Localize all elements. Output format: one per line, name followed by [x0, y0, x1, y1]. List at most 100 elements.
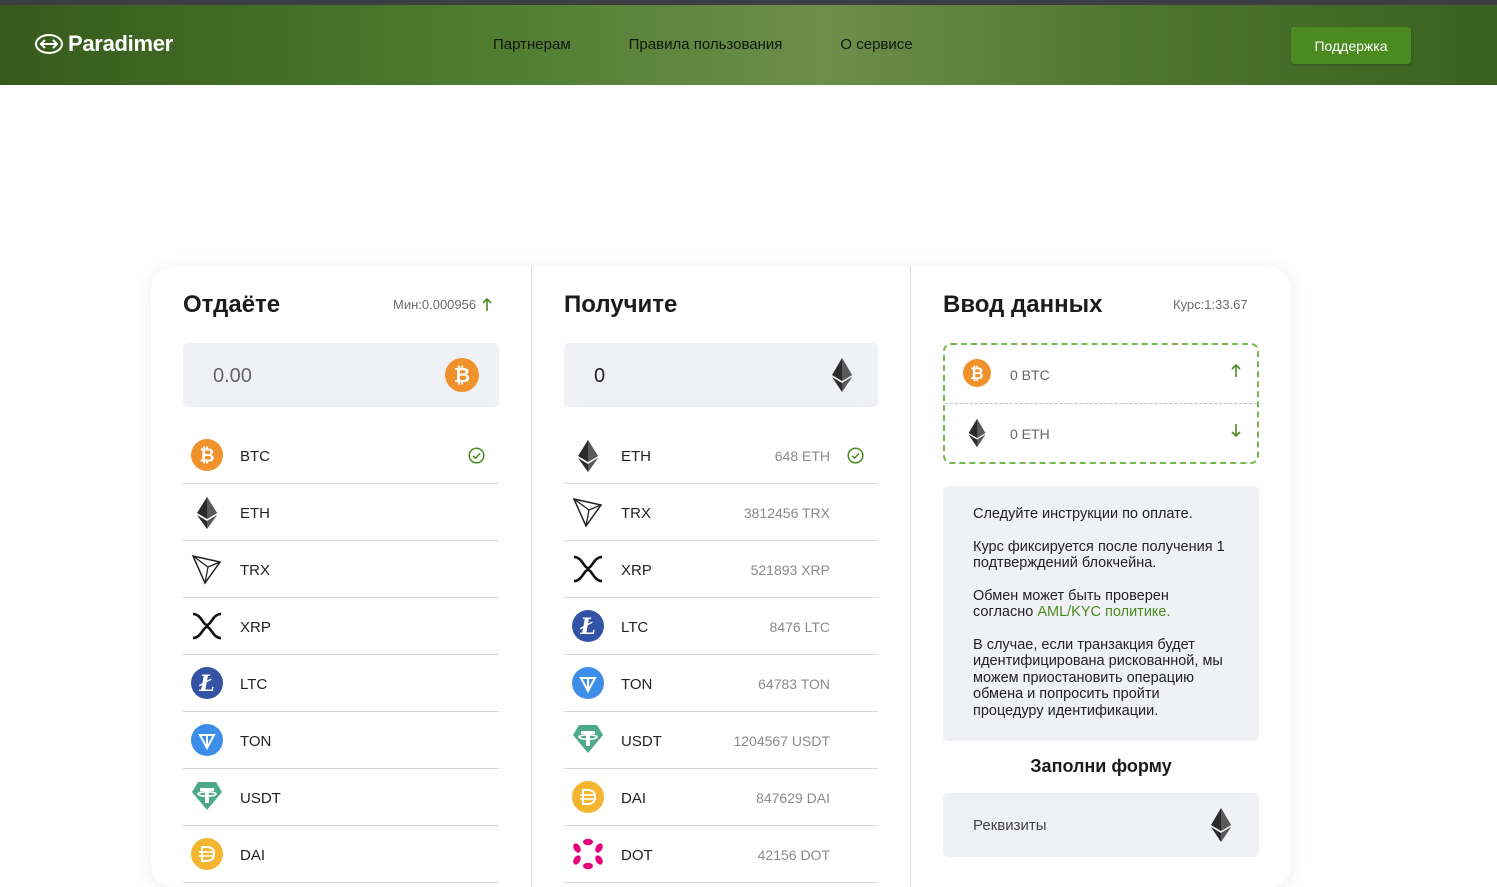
receive-list-item-eth[interactable]: ETH 648 ETH: [564, 427, 878, 484]
coin-ticker: BTC: [240, 448, 270, 465]
dai-icon: [191, 838, 223, 870]
coin-ticker: ETH: [240, 505, 270, 522]
btc-icon: ₿: [191, 439, 223, 471]
receive-amount-field[interactable]: 0: [564, 343, 878, 407]
give-list-item-trx[interactable]: TRX: [183, 541, 499, 598]
coin-reserve: 1204567 USDT: [733, 733, 830, 749]
ton-icon: [191, 724, 223, 756]
receive-list-item-ton[interactable]: TON 64783 TON: [564, 655, 878, 712]
give-list-item-xrp[interactable]: XRP: [183, 598, 499, 655]
nav-link-about[interactable]: О сервисе: [840, 36, 912, 53]
coin-ticker: TON: [240, 733, 272, 750]
coin-ticker: USDT: [240, 790, 281, 807]
coin-ticker: TRX: [240, 562, 270, 579]
give-amount-value[interactable]: 0.00: [213, 365, 252, 388]
trx-icon: [572, 496, 604, 528]
coin-ticker: LTC: [621, 619, 649, 636]
nav-link-partners[interactable]: Партнерам: [493, 36, 571, 53]
site-header: Paradimer Партнерам Правила пользования …: [0, 5, 1497, 85]
give-min-label: Мин:0.000956: [393, 297, 477, 312]
eth-icon: [967, 418, 987, 448]
coin-ticker: LTC: [240, 676, 268, 693]
coin-reserve: 521893 XRP: [750, 562, 830, 578]
svg-text:Ł: Ł: [198, 671, 215, 697]
arrow-down-icon: [1231, 423, 1241, 437]
svg-text:Ł: Ł: [579, 614, 596, 640]
receive-list-item-dot[interactable]: DOT 42156 DOT: [564, 826, 878, 883]
coin-ticker: ETH: [621, 448, 651, 465]
coin-reserve: 847629 DAI: [756, 790, 830, 806]
instruction-text: Обмен может быть проверен согласно AML/K…: [973, 588, 1213, 621]
logo-text: Paradimer: [68, 31, 173, 56]
support-button[interactable]: Поддержка: [1291, 27, 1411, 64]
xrp-icon: [572, 553, 604, 585]
receive-list-item-dai[interactable]: DAI 847629 DAI: [564, 769, 878, 826]
coin-ticker: TON: [621, 676, 653, 693]
receive-list-item-usdt[interactable]: USDT 1204567 USDT: [564, 712, 878, 769]
column-divider: [910, 267, 911, 887]
eth-icon: [830, 357, 854, 393]
aml-kyc-link[interactable]: AML/KYC политике.: [1037, 604, 1170, 620]
give-list-item-usdt[interactable]: USDT: [183, 769, 499, 826]
summary-give-line: ₿ 0 BTC: [945, 345, 1257, 403]
arrow-up-icon: [482, 297, 492, 311]
give-title: Отдаёте: [183, 291, 281, 318]
eth-icon: [1209, 807, 1233, 843]
btc-icon: ₿: [963, 359, 991, 387]
summary-receive-line: 0 ETH: [945, 404, 1257, 462]
receive-amount-value[interactable]: 0: [594, 365, 605, 388]
coin-ticker: DAI: [621, 790, 647, 807]
logo[interactable]: Paradimer: [34, 31, 173, 57]
instruction-text: Следуйте инструкции по оплате.: [973, 506, 1193, 522]
coin-ticker: XRP: [621, 562, 652, 579]
receive-coin-list: ETH 648 ETH TRX 3812456 TRX XRP 521893 X…: [564, 427, 878, 883]
receive-list-item-trx[interactable]: TRX 3812456 TRX: [564, 484, 878, 541]
trx-icon: [191, 553, 223, 585]
dot-icon: [572, 838, 604, 870]
main-nav: Партнерам Правила пользования О сервисе: [493, 36, 913, 53]
give-list-item-ltc[interactable]: Ł LTC: [183, 655, 499, 712]
svg-text:₿: ₿: [454, 363, 470, 387]
exchange-rate: Курс:1:33.67: [1173, 297, 1248, 312]
ltc-icon: Ł: [191, 667, 223, 699]
requisites-placeholder[interactable]: Реквизиты: [973, 817, 1047, 834]
logo-mark-icon: [35, 34, 63, 54]
give-list-item-btc[interactable]: ₿ BTC: [183, 427, 499, 484]
btc-icon: ₿: [445, 358, 479, 392]
svg-text:₿: ₿: [970, 364, 983, 383]
check-circle-icon: [468, 447, 485, 464]
column-divider: [531, 267, 532, 887]
coin-reserve: 64783 TON: [758, 676, 830, 692]
svg-text:₿: ₿: [199, 446, 214, 467]
coin-reserve: 8476 LTC: [769, 619, 830, 635]
payment-instructions: Следуйте инструкции по оплате. Курс фикс…: [943, 486, 1259, 741]
eth-icon: [572, 439, 604, 473]
summary-give-value: 0 BTC: [1010, 367, 1050, 383]
nav-link-terms[interactable]: Правила пользования: [629, 36, 783, 53]
receive-list-item-xrp[interactable]: XRP 521893 XRP: [564, 541, 878, 598]
eth-icon: [191, 496, 223, 530]
form-title: Заполни форму: [1030, 756, 1172, 776]
ton-icon: [572, 667, 604, 699]
coin-ticker: USDT: [621, 733, 662, 750]
dai-icon: [572, 781, 604, 813]
summary-receive-value: 0 ETH: [1010, 426, 1050, 442]
give-amount-field[interactable]: 0.00 ₿: [183, 343, 499, 407]
give-min-info: Мин:0.000956: [393, 297, 492, 312]
give-list-item-dai[interactable]: DAI: [183, 826, 499, 883]
coin-ticker: DAI: [240, 847, 266, 864]
coin-ticker: TRX: [621, 505, 651, 522]
coin-ticker: XRP: [240, 619, 271, 636]
receive-list-item-ltc[interactable]: Ł LTC 8476 LTC: [564, 598, 878, 655]
give-list-item-eth[interactable]: ETH: [183, 484, 499, 541]
receive-title: Получите: [564, 291, 678, 318]
requisites-field[interactable]: Реквизиты: [943, 793, 1259, 857]
arrow-up-icon: [1231, 364, 1241, 378]
give-list-item-ton[interactable]: TON: [183, 712, 499, 769]
usdt-icon: [572, 724, 604, 754]
exchange-card: Отдаёте Мин:0.000956 0.00 ₿ ₿ BTC ETH TR…: [151, 267, 1291, 887]
give-coin-list: ₿ BTC ETH TRX XRP Ł LTC TON USDT DAI: [183, 427, 499, 883]
ltc-icon: Ł: [572, 610, 604, 642]
usdt-icon: [191, 781, 223, 811]
coin-reserve: 648 ETH: [774, 448, 830, 464]
